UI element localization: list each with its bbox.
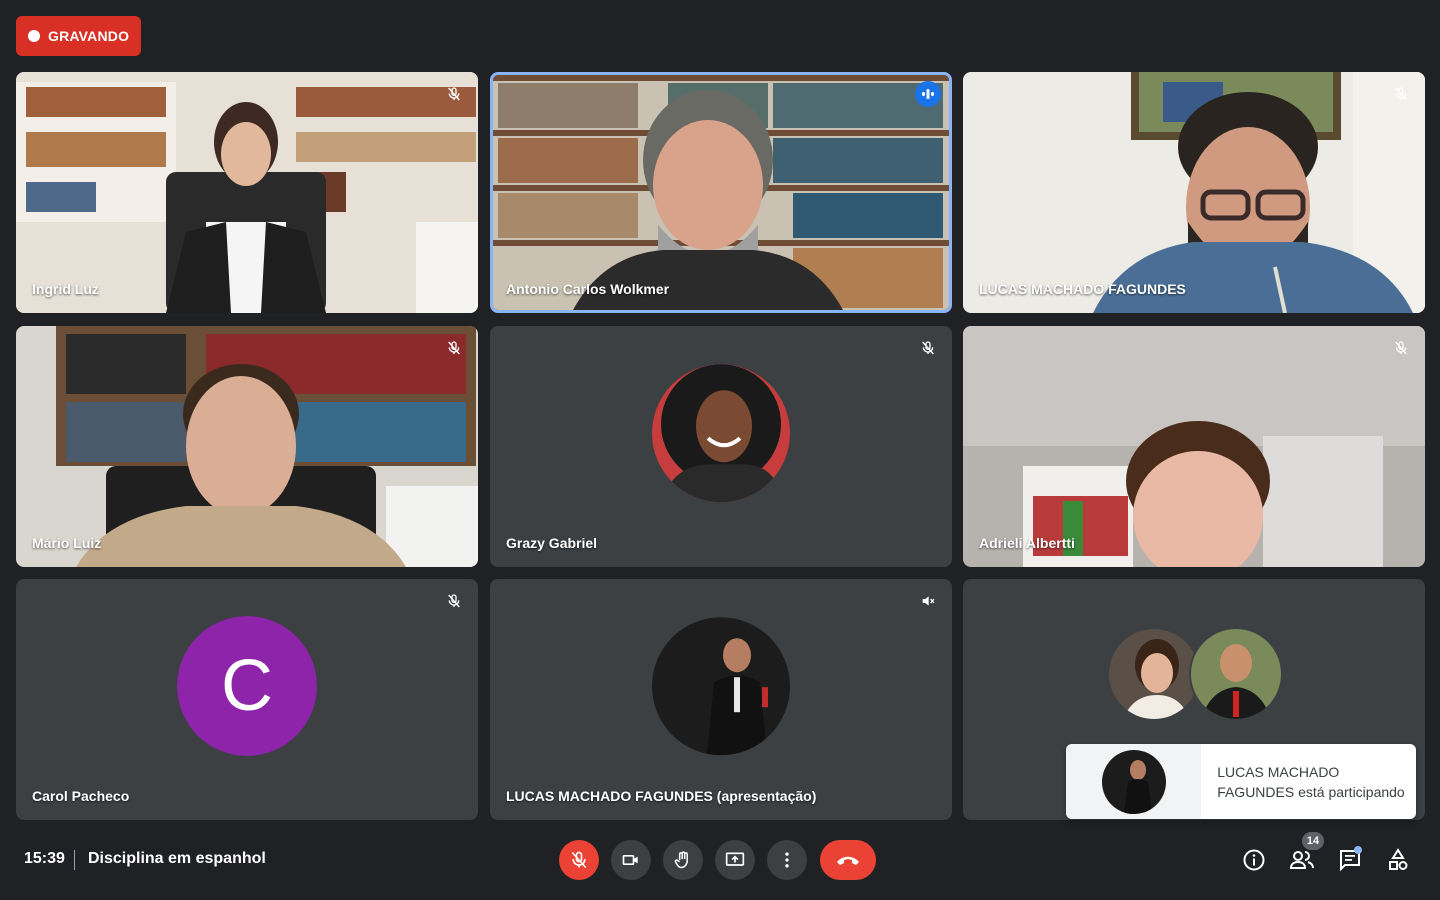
- mic-off-icon: [442, 336, 466, 360]
- unread-indicator: [1354, 846, 1362, 854]
- divider: [74, 850, 75, 870]
- video-feed: [493, 75, 949, 310]
- speaker-muted-icon: [916, 589, 940, 613]
- notification-text: LUCAS MACHADO FAGUNDES está participando: [1217, 763, 1405, 800]
- participant-tile-ingrid[interactable]: Ingrid Luz: [16, 72, 478, 313]
- more-icon: [785, 852, 789, 868]
- mic-off-icon: [1389, 336, 1413, 360]
- speaking-icon: [915, 81, 941, 107]
- avatar: [1101, 749, 1166, 814]
- participant-name: Mário Luiz: [32, 535, 102, 551]
- participant-name: LUCAS MACHADO FAGUNDES: [979, 281, 1186, 297]
- participant-tile-lucas[interactable]: LUCAS MACHADO FAGUNDES: [963, 72, 1425, 313]
- participant-tile-carol[interactable]: C Carol Pacheco: [16, 579, 478, 820]
- video-feed: [963, 72, 1425, 313]
- participant-tile-mario[interactable]: Mário Luiz: [16, 326, 478, 567]
- leave-call-button[interactable]: [820, 840, 876, 880]
- participant-name: Carol Pacheco: [32, 788, 130, 804]
- bottom-toolbar: 15:39 Disciplina em espanhol 14: [0, 828, 1440, 900]
- video-feed: [16, 72, 478, 313]
- recording-badge: GRAVANDO: [16, 16, 141, 56]
- participant-tile-lucas-presentation[interactable]: LUCAS MACHADO FAGUNDES (apresentação): [490, 579, 952, 820]
- mic-toggle-button[interactable]: [559, 840, 599, 880]
- raise-hand-button[interactable]: [663, 840, 703, 880]
- participant-name: Antonio Carlos Wolkmer: [506, 281, 670, 297]
- recording-label: GRAVANDO: [48, 28, 130, 44]
- present-screen-button[interactable]: [715, 840, 755, 880]
- recording-dot-icon: [28, 30, 40, 42]
- mic-off-icon: [442, 82, 466, 106]
- avatar: [1107, 627, 1201, 721]
- info-icon: [1243, 849, 1265, 871]
- notification-avatar-area: [1066, 744, 1202, 819]
- camera-toggle-button[interactable]: [611, 840, 651, 880]
- activities-button[interactable]: [1382, 844, 1414, 876]
- participant-tile-antonio[interactable]: Antonio Carlos Wolkmer: [490, 72, 952, 313]
- people-icon: [1289, 851, 1314, 869]
- participant-name: Grazy Gabriel: [506, 535, 598, 551]
- video-feed: [963, 326, 1425, 567]
- participant-name: Ingrid Luz: [32, 281, 99, 297]
- clock: 15:39: [24, 850, 65, 867]
- avatar: C: [177, 615, 317, 756]
- participant-name: LUCAS MACHADO FAGUNDES (apresentação): [506, 788, 817, 804]
- participant-name: Adrieli Albertti: [979, 535, 1075, 551]
- participant-tile-adrieli[interactable]: Adrieli Albertti: [963, 326, 1425, 567]
- more-options-button[interactable]: [767, 840, 807, 880]
- hangup-icon: [837, 856, 859, 865]
- activities-icon: [1389, 848, 1408, 870]
- mic-off-icon: [442, 589, 466, 613]
- participant-tile-grazy[interactable]: Grazy Gabriel: [490, 326, 952, 567]
- video-feed: [16, 326, 478, 567]
- meeting-details-button[interactable]: [1238, 844, 1270, 876]
- avatar-initial: C: [177, 615, 317, 756]
- join-notification: LUCAS MACHADO FAGUNDES está participando: [1066, 744, 1416, 819]
- mic-off-icon: [1389, 82, 1413, 106]
- avatar: [652, 616, 790, 755]
- camera-icon: [622, 855, 638, 865]
- present-icon: [725, 852, 745, 866]
- avatar: [652, 363, 790, 502]
- raise-hand-icon: [674, 851, 688, 869]
- avatar: [1189, 627, 1283, 721]
- mic-off-icon: [571, 851, 587, 869]
- meeting-title: Disciplina em espanhol: [88, 850, 266, 867]
- mic-off-icon: [916, 336, 940, 360]
- people-count-badge: 14: [1302, 832, 1324, 850]
